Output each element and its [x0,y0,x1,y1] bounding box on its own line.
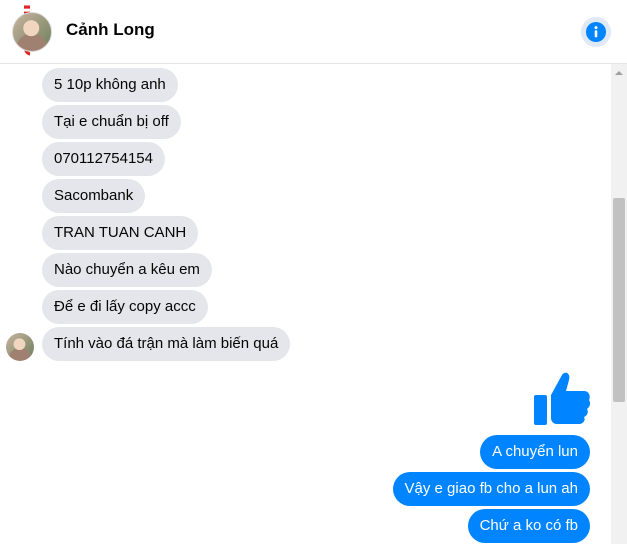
incoming-message[interactable]: Tại e chuẩn bị off [42,105,181,139]
info-button[interactable] [581,17,611,47]
outgoing-message[interactable]: A chuyển lun [480,435,590,469]
scroll-up-arrow-icon[interactable] [614,68,624,78]
incoming-message[interactable]: Nào chuyển a kêu em [42,253,212,287]
scrollbar-thumb[interactable] [613,198,625,402]
incoming-message[interactable]: TRAN TUAN CANH [42,216,199,250]
contact-name[interactable]: Cảnh Long [66,20,155,40]
thumbs-up-icon[interactable] [532,369,592,427]
incoming-message[interactable]: Tính vào đá trận mà làm biến quá [42,327,291,361]
outgoing-message[interactable]: Chứ a ko có fb [467,509,590,543]
info-icon [586,22,606,42]
scrollbar[interactable] [611,64,627,544]
contact-avatar-small[interactable] [6,333,34,361]
incoming-message[interactable]: Để e đi lấy copy accc [42,290,208,324]
message-thread: 5 10p không anh Tại e chuẩn bị off 07011… [0,64,610,544]
incoming-message[interactable]: 070112754154 [42,142,165,176]
incoming-message[interactable]: Sacombank [42,179,146,213]
contact-avatar[interactable] [12,12,52,52]
chat-header: INFO Cảnh Long [0,0,627,64]
incoming-message[interactable]: 5 10p không anh [42,68,178,102]
outgoing-message[interactable]: Vậy e giao fb cho a lun ah [392,472,590,506]
